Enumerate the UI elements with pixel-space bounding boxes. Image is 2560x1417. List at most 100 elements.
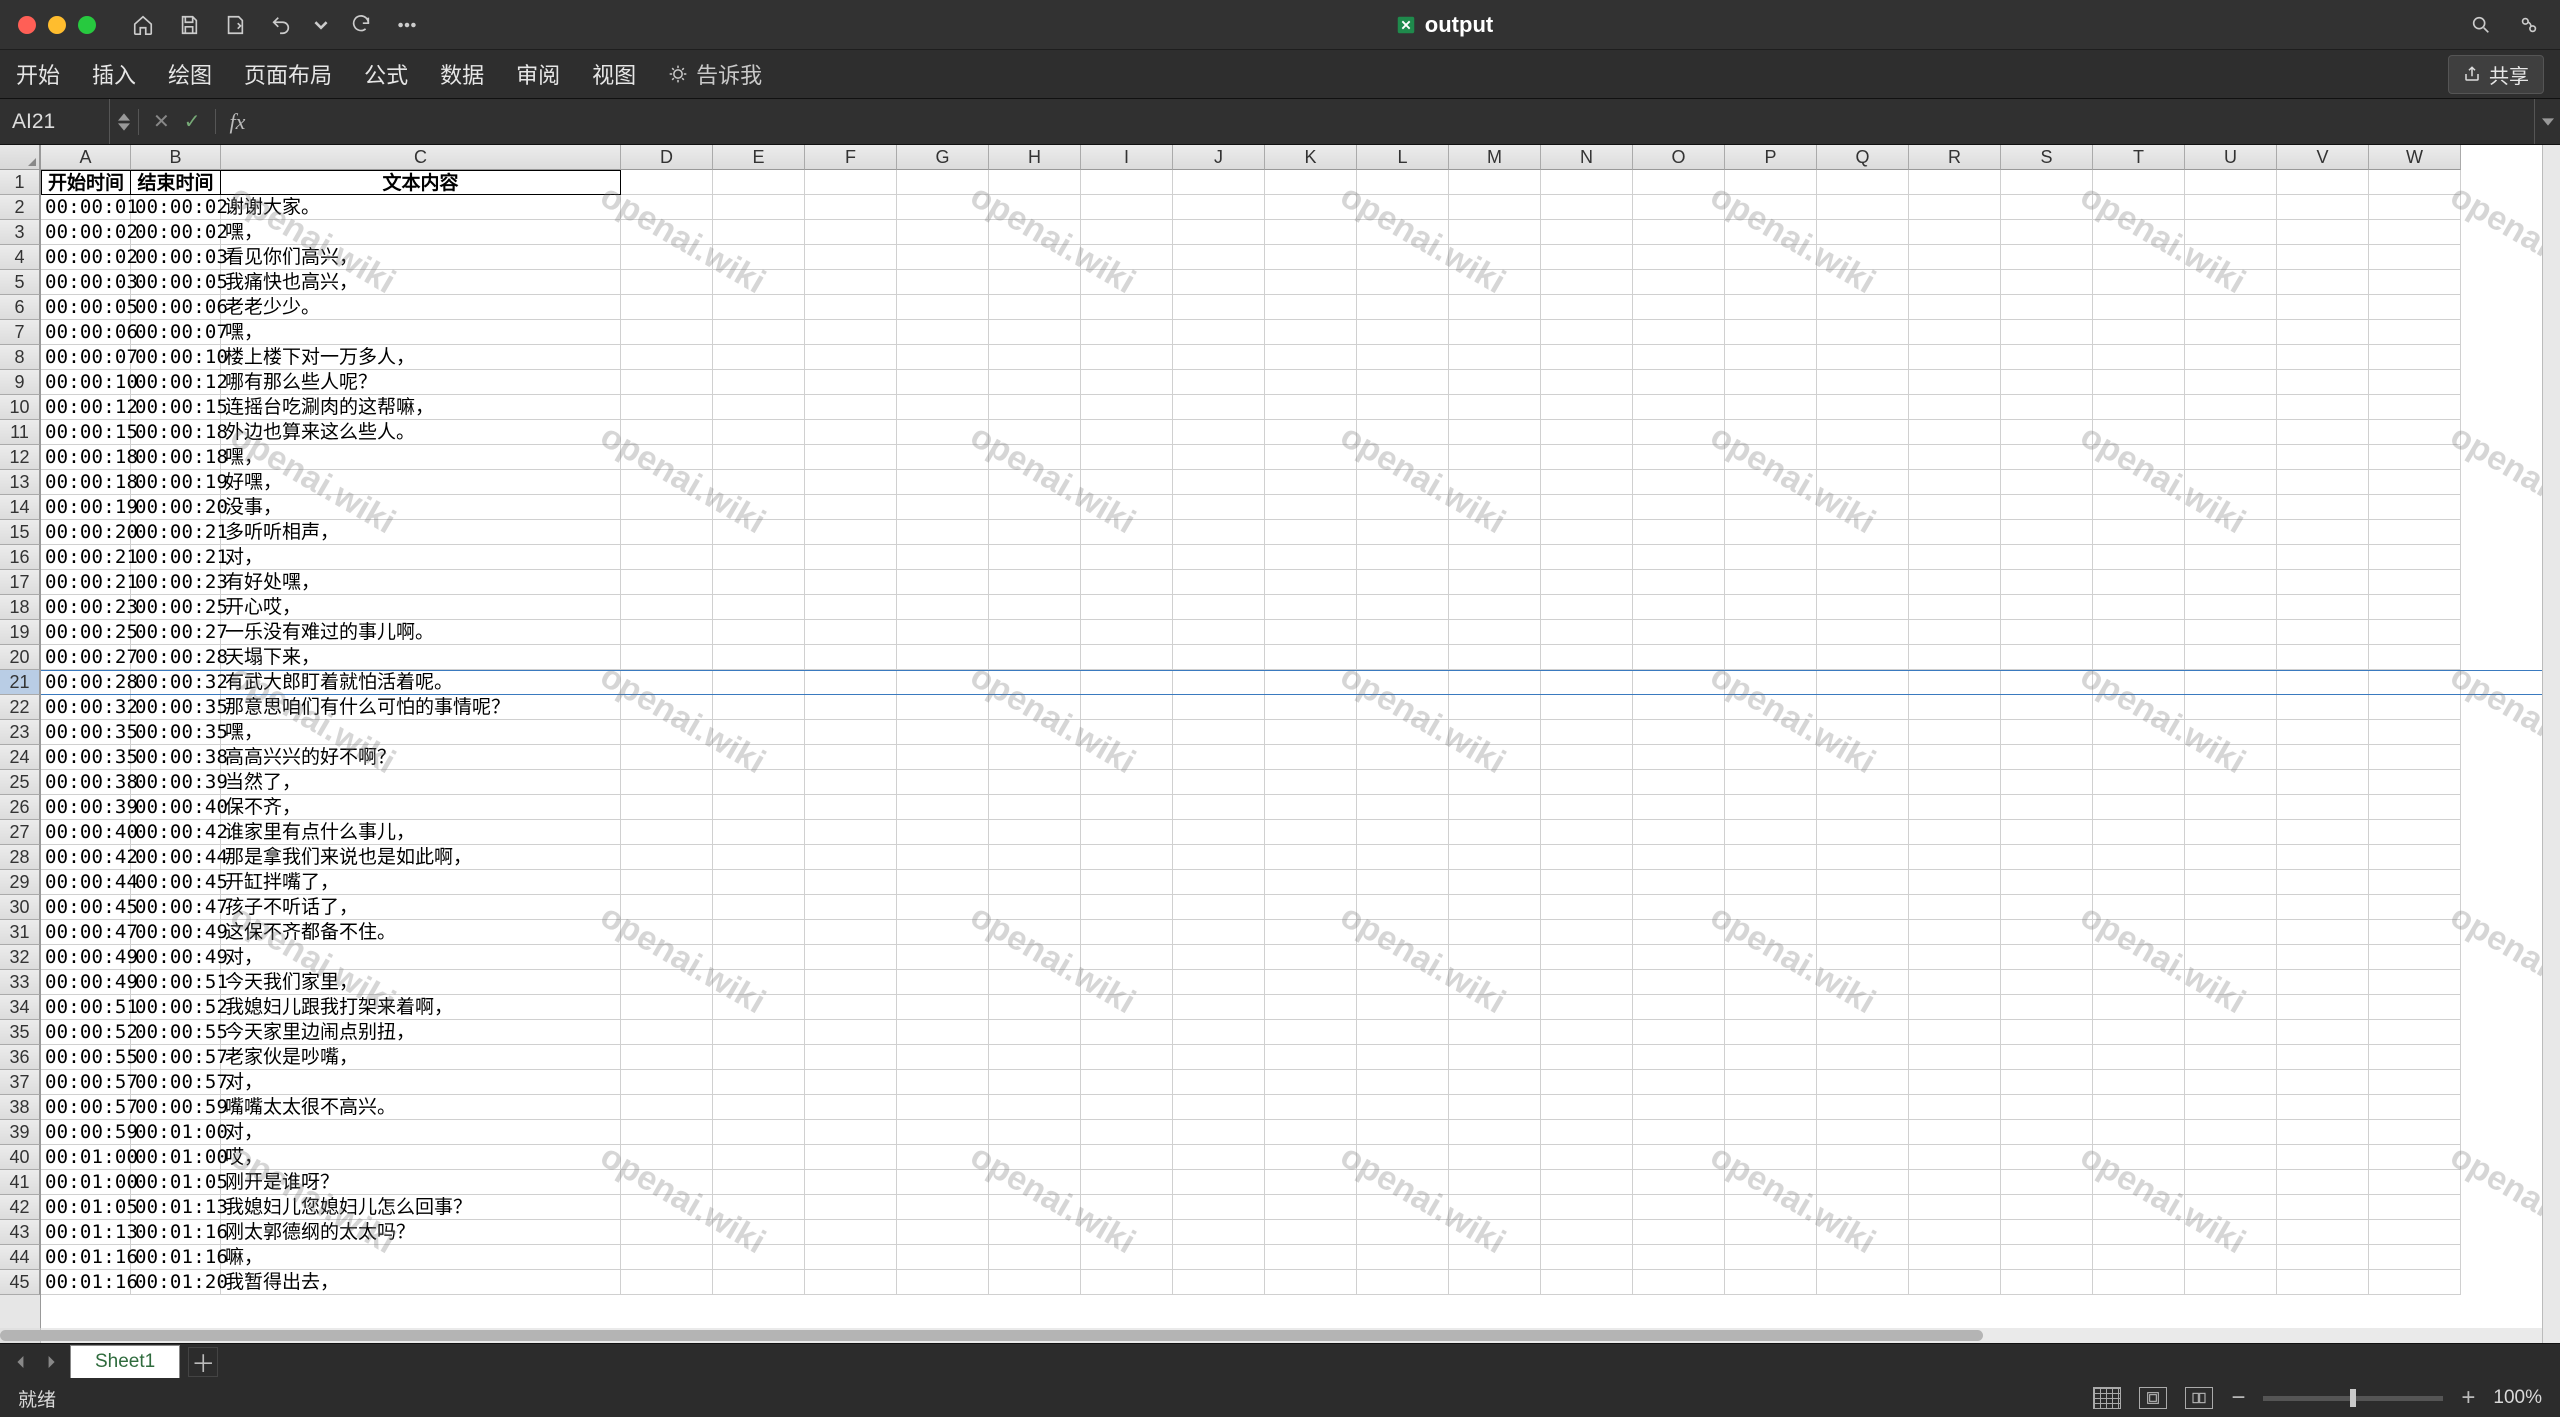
cell[interactable] [1725, 670, 1817, 695]
cell[interactable] [1449, 220, 1541, 245]
cell[interactable] [2093, 220, 2185, 245]
cell[interactable] [1449, 595, 1541, 620]
cell[interactable] [2277, 445, 2369, 470]
cell[interactable] [713, 1170, 805, 1195]
cell[interactable]: 对， [221, 1070, 621, 1095]
cell[interactable] [1173, 1120, 1265, 1145]
cell[interactable] [1817, 570, 1909, 595]
col-header-H[interactable]: H [989, 145, 1081, 170]
horizontal-scrollbar[interactable] [0, 1328, 2542, 1343]
cell[interactable] [897, 245, 989, 270]
cell[interactable] [1265, 470, 1357, 495]
cell[interactable]: 00:00:38 [41, 770, 131, 795]
row-header[interactable]: 34 [0, 995, 40, 1020]
cell[interactable] [1725, 620, 1817, 645]
cell[interactable] [1725, 845, 1817, 870]
cell[interactable] [1449, 370, 1541, 395]
cell[interactable] [1173, 595, 1265, 620]
row-header[interactable]: 40 [0, 1145, 40, 1170]
cell[interactable] [2185, 520, 2277, 545]
cell[interactable] [1541, 445, 1633, 470]
cell[interactable] [1265, 545, 1357, 570]
cell[interactable] [2001, 1270, 2093, 1295]
cell[interactable]: 00:00:42 [41, 845, 131, 870]
select-all-corner[interactable] [0, 145, 40, 170]
cell[interactable]: 00:01:13 [131, 1195, 221, 1220]
cell[interactable] [1173, 620, 1265, 645]
cell[interactable] [1725, 1145, 1817, 1170]
cell[interactable] [1081, 520, 1173, 545]
formula-input[interactable] [259, 99, 2534, 144]
cell[interactable] [1081, 895, 1173, 920]
cell[interactable] [1173, 545, 1265, 570]
cell[interactable] [1449, 1220, 1541, 1245]
cell[interactable] [1817, 1170, 1909, 1195]
cell[interactable] [1265, 1120, 1357, 1145]
cell[interactable]: 00:00:28 [131, 645, 221, 670]
cell[interactable] [1909, 945, 2001, 970]
cell[interactable] [621, 670, 713, 695]
cell[interactable] [897, 395, 989, 420]
cell[interactable] [1817, 1045, 1909, 1070]
cell[interactable] [2001, 920, 2093, 945]
cell[interactable] [2093, 645, 2185, 670]
cell[interactable] [621, 270, 713, 295]
cell[interactable] [1265, 270, 1357, 295]
cell[interactable] [897, 170, 989, 195]
cell[interactable] [1817, 320, 1909, 345]
cell[interactable] [713, 1145, 805, 1170]
cell[interactable] [1449, 195, 1541, 220]
cancel-formula-icon[interactable]: ✕ [153, 109, 170, 134]
cell[interactable] [805, 295, 897, 320]
cell[interactable] [1633, 420, 1725, 445]
cell[interactable] [2369, 620, 2461, 645]
cell[interactable] [1725, 270, 1817, 295]
row-header[interactable]: 1 [0, 170, 40, 195]
cell[interactable] [989, 545, 1081, 570]
cell[interactable] [2093, 620, 2185, 645]
cell[interactable] [989, 1120, 1081, 1145]
cell[interactable]: 我暂得出去， [221, 1270, 621, 1295]
cell[interactable] [1725, 320, 1817, 345]
cell[interactable] [1173, 870, 1265, 895]
cell[interactable] [621, 770, 713, 795]
cell[interactable] [2185, 195, 2277, 220]
cell[interactable] [1909, 1020, 2001, 1045]
tab-review[interactable]: 审阅 [516, 58, 560, 90]
cell[interactable]: 没事， [221, 495, 621, 520]
cell[interactable] [989, 620, 1081, 645]
cell[interactable] [1725, 720, 1817, 745]
cell[interactable]: 00:00:15 [41, 420, 131, 445]
cell[interactable] [897, 1095, 989, 1120]
cell[interactable] [2369, 970, 2461, 995]
collab-icon[interactable] [2516, 12, 2542, 38]
cell[interactable] [1909, 1120, 2001, 1145]
cell[interactable] [1081, 820, 1173, 845]
cell[interactable] [1081, 1120, 1173, 1145]
cell[interactable]: 00:00:38 [131, 745, 221, 770]
cell[interactable]: 00:01:00 [131, 1120, 221, 1145]
cell[interactable]: 开缸拌嘴了， [221, 870, 621, 895]
cell[interactable] [1633, 1070, 1725, 1095]
cell[interactable]: 那是拿我们来说也是如此啊， [221, 845, 621, 870]
cell[interactable] [1357, 1120, 1449, 1145]
cell[interactable] [1265, 970, 1357, 995]
cell[interactable] [1265, 295, 1357, 320]
cell[interactable] [805, 545, 897, 570]
cell[interactable] [2277, 495, 2369, 520]
cell[interactable] [1909, 320, 2001, 345]
cell[interactable] [1725, 945, 1817, 970]
cell[interactable] [1909, 820, 2001, 845]
cell[interactable]: 00:00:35 [131, 695, 221, 720]
cell[interactable]: 00:00:39 [131, 770, 221, 795]
cell[interactable] [1265, 745, 1357, 770]
cell[interactable] [2185, 595, 2277, 620]
cell[interactable] [1817, 445, 1909, 470]
cell[interactable] [2001, 170, 2093, 195]
cell[interactable] [2277, 995, 2369, 1020]
cell[interactable] [1633, 295, 1725, 320]
cell[interactable]: 00:00:03 [131, 245, 221, 270]
cell[interactable] [805, 395, 897, 420]
cell[interactable] [805, 695, 897, 720]
cell[interactable] [805, 995, 897, 1020]
